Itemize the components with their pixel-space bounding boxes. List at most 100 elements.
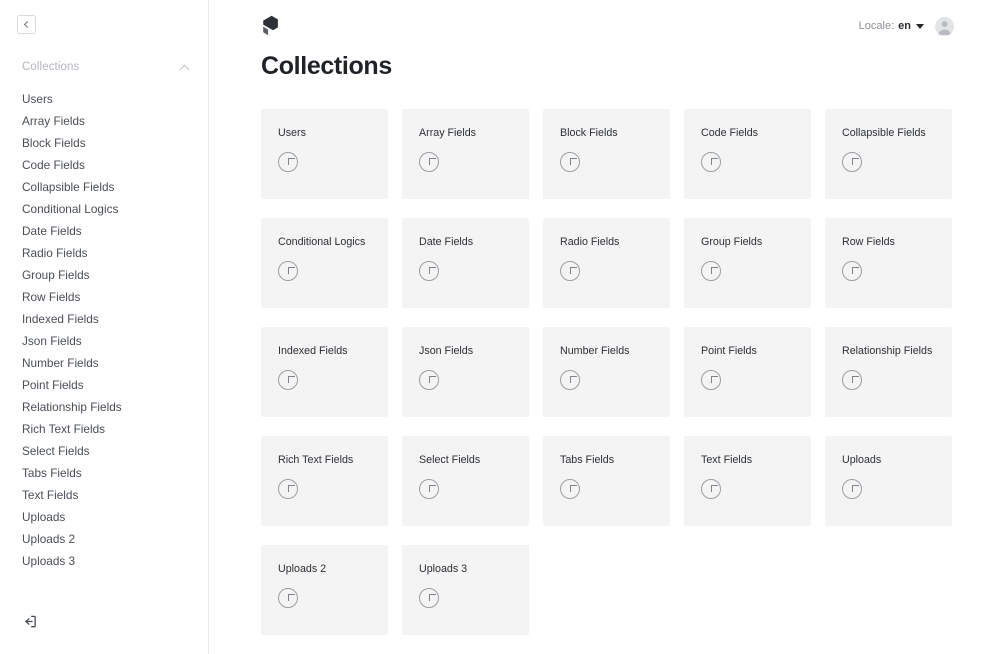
sidebar-item-uploads-2[interactable]: Uploads 2: [0, 528, 208, 550]
add-collapsible-fields-button[interactable]: [842, 151, 862, 172]
add-indexed-fields-button[interactable]: [278, 369, 298, 390]
collection-card-block-fields[interactable]: Block Fields: [543, 109, 670, 199]
sidebar-item-users[interactable]: Users: [0, 88, 208, 110]
add-json-fields-button[interactable]: [419, 369, 439, 390]
plus-icon: [285, 594, 295, 602]
sidebar-item-uploads-3[interactable]: Uploads 3: [0, 550, 208, 572]
add-conditional-logics-button[interactable]: [278, 260, 298, 281]
collection-card-tabs-fields[interactable]: Tabs Fields: [543, 436, 670, 526]
collection-card-point-fields[interactable]: Point Fields: [684, 327, 811, 417]
sidebar-item-array-fields[interactable]: Array Fields: [0, 110, 208, 132]
add-number-fields-button[interactable]: [560, 369, 580, 390]
collection-card-row-fields[interactable]: Row Fields: [825, 218, 952, 308]
plus-icon: [285, 485, 295, 493]
chevron-left-icon: [23, 20, 32, 29]
collection-card-title: Tabs Fields: [560, 454, 615, 466]
sidebar-item-relationship-fields[interactable]: Relationship Fields: [0, 396, 208, 418]
collection-card-rich-text-fields[interactable]: Rich Text Fields: [261, 436, 388, 526]
collection-card-title: Select Fields: [419, 454, 481, 466]
sidebar-item-json-fields[interactable]: Json Fields: [0, 330, 208, 352]
plus-icon: [426, 485, 436, 493]
sidebar-collapse-button[interactable]: [17, 15, 36, 34]
collection-card-select-fields[interactable]: Select Fields: [402, 436, 529, 526]
logout-icon[interactable]: [22, 614, 208, 634]
add-users-button[interactable]: [278, 151, 298, 172]
collection-card-users[interactable]: Users: [261, 109, 388, 199]
collection-card-array-fields[interactable]: Array Fields: [402, 109, 529, 199]
sidebar-item-select-fields[interactable]: Select Fields: [0, 440, 208, 462]
plus-icon: [849, 267, 859, 275]
collection-card-group-fields[interactable]: Group Fields: [684, 218, 811, 308]
collection-card-title: Block Fields: [560, 127, 618, 139]
sidebar-item-uploads[interactable]: Uploads: [0, 506, 208, 528]
locale-value: en: [898, 20, 911, 32]
collection-card-title: Code Fields: [701, 127, 759, 139]
add-radio-fields-button[interactable]: [560, 260, 580, 281]
collection-card-json-fields[interactable]: Json Fields: [402, 327, 529, 417]
collection-card-uploads-3[interactable]: Uploads 3: [402, 545, 529, 635]
sidebar-item-conditional-logics[interactable]: Conditional Logics: [0, 198, 208, 220]
sidebar-item-code-fields[interactable]: Code Fields: [0, 154, 208, 176]
account-avatar-icon[interactable]: [935, 16, 954, 36]
locale-selector[interactable]: Locale: en: [859, 20, 924, 32]
sidebar-item-tabs-fields[interactable]: Tabs Fields: [0, 462, 208, 484]
sidebar-item-number-fields[interactable]: Number Fields: [0, 352, 208, 374]
sidebar-item: Uploads 3: [0, 550, 208, 572]
main-content: Locale: en Collections Users Array Fields…: [209, 0, 1000, 654]
plus-icon: [708, 376, 718, 384]
collection-card-title: Row Fields: [842, 236, 895, 248]
collection-card-title: Uploads 2: [278, 563, 327, 575]
brand-logo-link[interactable]: [261, 15, 280, 37]
nav-group-collections-header[interactable]: Collections: [0, 57, 208, 79]
plus-icon: [285, 267, 295, 275]
add-rich-text-fields-button[interactable]: [278, 478, 298, 499]
sidebar-item: Array Fields: [0, 110, 208, 132]
add-group-fields-button[interactable]: [701, 260, 721, 281]
add-block-fields-button[interactable]: [560, 151, 580, 172]
sidebar-item-row-fields[interactable]: Row Fields: [0, 286, 208, 308]
page-title: Collections: [261, 52, 392, 80]
collection-card-title: Conditional Logics: [278, 236, 366, 248]
sidebar-item-rich-text-fields[interactable]: Rich Text Fields: [0, 418, 208, 440]
collection-card-uploads-2[interactable]: Uploads 2: [261, 545, 388, 635]
sidebar-item: Json Fields: [0, 330, 208, 352]
sidebar-item-date-fields[interactable]: Date Fields: [0, 220, 208, 242]
sidebar-item-indexed-fields[interactable]: Indexed Fields: [0, 308, 208, 330]
chevron-up-icon[interactable]: [179, 64, 190, 75]
sidebar-item: Row Fields: [0, 286, 208, 308]
nav-group-title: Collections: [22, 61, 80, 74]
add-select-fields-button[interactable]: [419, 478, 439, 499]
add-tabs-fields-button[interactable]: [560, 478, 580, 499]
plus-icon: [708, 158, 718, 166]
collection-card-text-fields[interactable]: Text Fields: [684, 436, 811, 526]
collection-card-code-fields[interactable]: Code Fields: [684, 109, 811, 199]
add-uploads-3-button[interactable]: [419, 587, 439, 608]
collection-card-indexed-fields[interactable]: Indexed Fields: [261, 327, 388, 417]
add-row-fields-button[interactable]: [842, 260, 862, 281]
sidebar-item-radio-fields[interactable]: Radio Fields: [0, 242, 208, 264]
collection-card-uploads[interactable]: Uploads: [825, 436, 952, 526]
collection-card-radio-fields[interactable]: Radio Fields: [543, 218, 670, 308]
add-array-fields-button[interactable]: [419, 151, 439, 172]
add-uploads-button[interactable]: [842, 478, 862, 499]
plus-icon: [849, 485, 859, 493]
add-text-fields-button[interactable]: [701, 478, 721, 499]
sidebar-item-group-fields[interactable]: Group Fields: [0, 264, 208, 286]
sidebar-item: Rich Text Fields: [0, 418, 208, 440]
collection-card-date-fields[interactable]: Date Fields: [402, 218, 529, 308]
collection-card-number-fields[interactable]: Number Fields: [543, 327, 670, 417]
add-point-fields-button[interactable]: [701, 369, 721, 390]
add-uploads-2-button[interactable]: [278, 587, 298, 608]
collection-card-conditional-logics[interactable]: Conditional Logics: [261, 218, 388, 308]
collection-card-relationship-fields[interactable]: Relationship Fields: [825, 327, 952, 417]
sidebar-item-text-fields[interactable]: Text Fields: [0, 484, 208, 506]
add-code-fields-button[interactable]: [701, 151, 721, 172]
sidebar-item: Date Fields: [0, 220, 208, 242]
collection-card-collapsible-fields[interactable]: Collapsible Fields: [825, 109, 952, 199]
sidebar-item-point-fields[interactable]: Point Fields: [0, 374, 208, 396]
add-date-fields-button[interactable]: [419, 260, 439, 281]
sidebar-item: Users: [0, 88, 208, 110]
sidebar-item-collapsible-fields[interactable]: Collapsible Fields: [0, 176, 208, 198]
sidebar-item-block-fields[interactable]: Block Fields: [0, 132, 208, 154]
add-relationship-fields-button[interactable]: [842, 369, 862, 390]
